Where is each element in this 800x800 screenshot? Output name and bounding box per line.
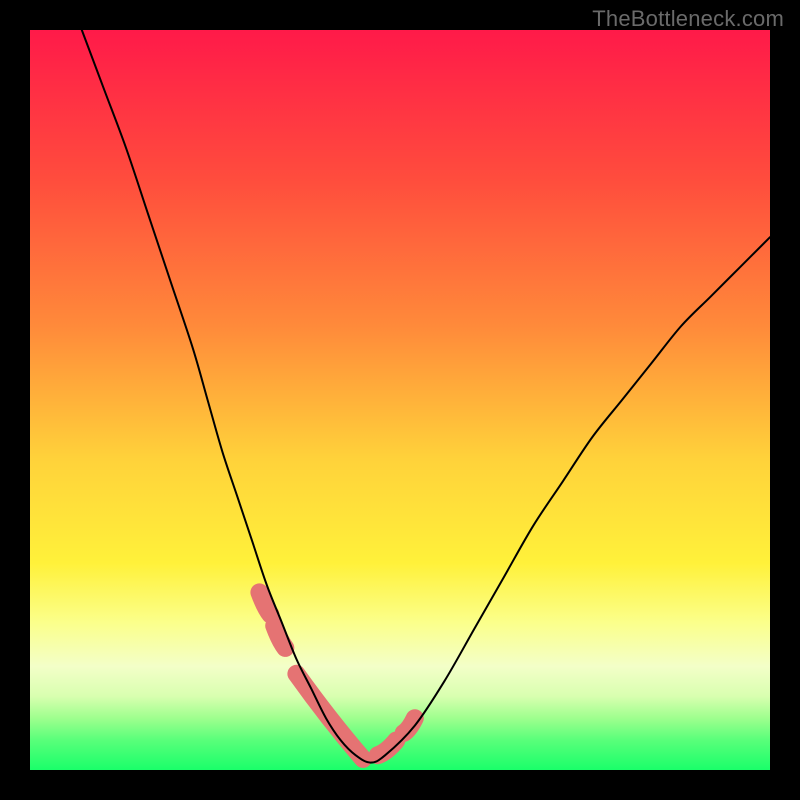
bottleneck-curve: [82, 30, 770, 763]
marker-segment: [296, 674, 363, 759]
chart-svg: [30, 30, 770, 770]
watermark-text: TheBottleneck.com: [592, 6, 784, 32]
marker-segment: [259, 592, 270, 614]
outer-frame: TheBottleneck.com: [0, 0, 800, 800]
